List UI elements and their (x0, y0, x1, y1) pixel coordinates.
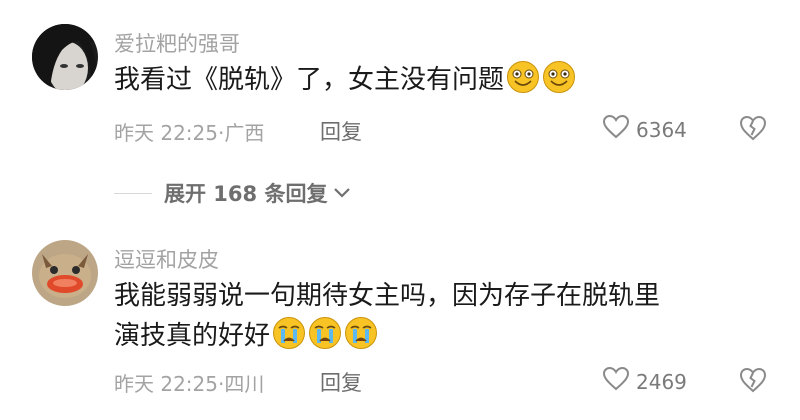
heart-icon (602, 114, 630, 145)
like-button[interactable]: 2469 (602, 366, 687, 397)
comment-time-location: 昨天 22:25·四川 (114, 372, 265, 396)
comment-time-location: 昨天 22:25·广西 (114, 121, 265, 145)
avatar[interactable] (32, 240, 98, 306)
expand-replies-button[interactable]: 展开 168 条回复 (114, 178, 351, 208)
crying-emoji-icon (272, 316, 306, 350)
heart-icon (602, 366, 630, 397)
broken-heart-icon (738, 115, 768, 146)
like-count: 2469 (636, 369, 687, 394)
like-count: 6364 (636, 117, 687, 142)
comment-text: 我能弱弱说一句期待女主吗，因为存子在脱轨里演技真的好好 (114, 276, 674, 356)
comment-text: 我看过《脱轨》了，女主没有问题 (114, 60, 674, 100)
expand-replies-label: 展开 168 条回复 (164, 182, 328, 206)
comment-username[interactable]: 逗逗和皮皮 (114, 244, 219, 274)
dislike-button[interactable] (738, 366, 768, 396)
chevron-down-icon (333, 184, 351, 203)
laughing-emoji-icon (506, 60, 540, 94)
like-button[interactable]: 6364 (602, 114, 687, 145)
divider (114, 192, 152, 194)
comment-text-content: 我看过《脱轨》了，女主没有问题 (114, 65, 505, 95)
reply-button[interactable]: 回复 (320, 367, 362, 397)
crying-emoji-icon (344, 316, 378, 350)
comment-text-content: 我能弱弱说一句期待女主吗，因为存子在脱轨里演技真的好好 (114, 281, 661, 351)
dislike-button[interactable] (738, 114, 768, 144)
laughing-emoji-icon (542, 60, 576, 94)
avatar[interactable] (32, 24, 98, 90)
comment-username[interactable]: 爱拉粑的强哥 (114, 28, 240, 58)
broken-heart-icon (738, 367, 768, 398)
crying-emoji-icon (308, 316, 342, 350)
reply-button[interactable]: 回复 (320, 116, 362, 146)
